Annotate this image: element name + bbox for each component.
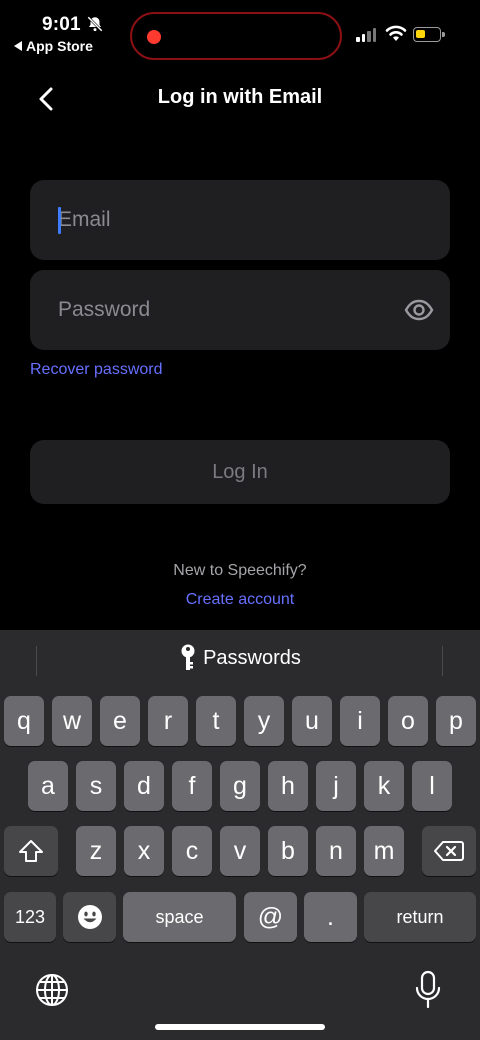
key-r[interactable]: r — [148, 696, 188, 746]
bell-off-icon — [87, 16, 103, 32]
key-w[interactable]: w — [52, 696, 92, 746]
key-b[interactable]: b — [268, 826, 308, 876]
microphone-icon[interactable] — [414, 970, 442, 1010]
log-in-button[interactable]: Log In — [30, 440, 450, 504]
page-title: Log in with Email — [157, 86, 323, 108]
cellular-signal-icon — [356, 28, 376, 42]
passwords-label: Passwords — [203, 646, 301, 669]
key-z[interactable]: z — [76, 826, 116, 876]
password-input[interactable] — [58, 270, 388, 350]
back-to-app-store[interactable]: App Store — [14, 38, 93, 54]
key-g[interactable]: g — [220, 761, 260, 811]
emoji-face-icon — [77, 905, 102, 929]
key-l[interactable]: l — [412, 761, 452, 811]
backspace-icon — [434, 841, 464, 861]
key-y[interactable]: y — [244, 696, 284, 746]
keyboard: Passwords q w e r t y u i o p a s d f g … — [0, 630, 480, 1040]
key-n[interactable]: n — [316, 826, 356, 876]
key-c[interactable]: c — [172, 826, 212, 876]
recording-dot-icon — [147, 30, 161, 44]
recover-password-link[interactable]: Recover password — [30, 361, 163, 379]
key-d[interactable]: d — [124, 761, 164, 811]
key-p[interactable]: p — [436, 696, 476, 746]
key-e[interactable]: e — [100, 696, 140, 746]
backspace-key[interactable] — [422, 826, 476, 876]
emoji-key[interactable] — [63, 892, 116, 942]
wifi-icon — [385, 25, 407, 41]
dynamic-island[interactable] — [130, 12, 342, 60]
key-j[interactable]: j — [316, 761, 356, 811]
key-m[interactable]: m — [364, 826, 404, 876]
text-caret — [58, 207, 61, 234]
key-f[interactable]: f — [172, 761, 212, 811]
key-t[interactable]: t — [196, 696, 236, 746]
battery-icon — [413, 27, 445, 42]
shift-key[interactable] — [4, 826, 58, 876]
email-field-container[interactable] — [30, 180, 450, 260]
return-key[interactable]: return — [364, 892, 476, 942]
key-k[interactable]: k — [364, 761, 404, 811]
globe-icon[interactable] — [35, 973, 69, 1007]
dot-key[interactable]: . — [304, 892, 357, 942]
at-key[interactable]: @ — [244, 892, 297, 942]
back-app-label: App Store — [26, 38, 93, 54]
key-icon — [181, 644, 195, 670]
space-key[interactable]: space — [123, 892, 236, 942]
key-i[interactable]: i — [340, 696, 380, 746]
passwords-suggestion[interactable]: Passwords — [0, 644, 480, 672]
password-field-container[interactable] — [30, 270, 450, 350]
key-h[interactable]: h — [268, 761, 308, 811]
email-input[interactable] — [58, 180, 388, 260]
key-v[interactable]: v — [220, 826, 260, 876]
new-to-speechify-text: New to Speechify? — [173, 562, 307, 579]
status-time: 9:01 — [42, 14, 81, 35]
home-indicator[interactable] — [155, 1024, 325, 1030]
show-password-eye-icon[interactable] — [404, 295, 434, 325]
back-triangle-icon — [14, 41, 22, 51]
shift-arrow-icon — [19, 840, 43, 862]
create-account-link[interactable]: Create account — [0, 591, 480, 609]
key-u[interactable]: u — [292, 696, 332, 746]
key-a[interactable]: a — [28, 761, 68, 811]
key-x[interactable]: x — [124, 826, 164, 876]
numbers-key[interactable]: 123 — [4, 892, 56, 942]
key-q[interactable]: q — [4, 696, 44, 746]
key-o[interactable]: o — [388, 696, 428, 746]
key-s[interactable]: s — [76, 761, 116, 811]
